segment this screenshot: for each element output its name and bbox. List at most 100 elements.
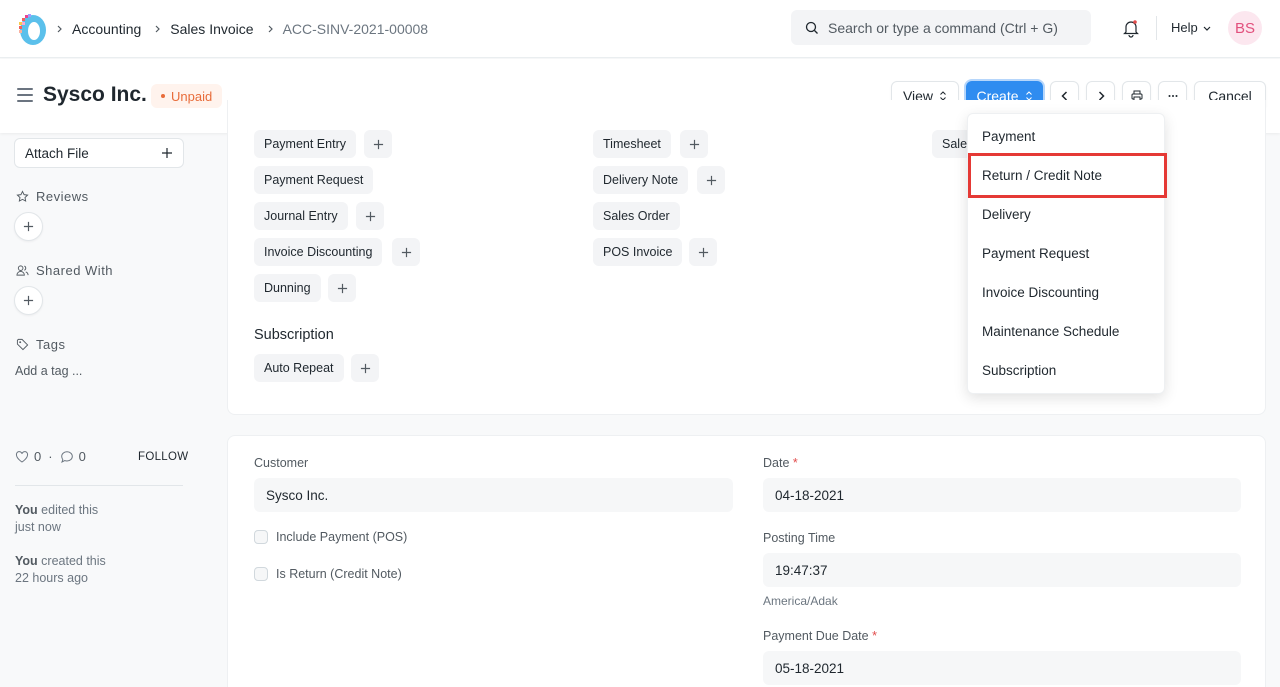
- chevron-right-icon: [267, 25, 275, 33]
- connection-dunning[interactable]: Dunning: [254, 274, 321, 302]
- add-dunning-button[interactable]: [328, 274, 356, 302]
- add-timesheet-button[interactable]: [680, 130, 708, 158]
- due-date-label-text: Payment Due Date: [763, 629, 869, 643]
- connection-sales-order[interactable]: Sales Order: [593, 202, 680, 230]
- form-sidebar: Attach File Reviews Shared With Tags Add…: [0, 133, 228, 687]
- menu-item-delivery[interactable]: Delivery: [968, 195, 1166, 234]
- connection-delivery-note[interactable]: Delivery Note: [593, 166, 689, 194]
- invoice-details-card: Customer Sysco Inc. Include Payment (POS…: [227, 435, 1266, 687]
- required-marker: *: [792, 456, 798, 470]
- chevron-down-icon: [1203, 26, 1211, 31]
- plus-icon: [706, 175, 716, 185]
- is-return-checkbox[interactable]: Is Return (Credit Note): [254, 567, 402, 581]
- customer-label: Customer: [254, 456, 309, 470]
- activity-item: You created this 22 hours ago: [15, 553, 106, 587]
- timezone-hint: America/Adak: [763, 594, 838, 608]
- activity-actor: You: [15, 503, 38, 517]
- separator-dot: ·: [48, 449, 53, 464]
- breadcrumb-current-doc: ACC-SINV-2021-00008: [282, 21, 429, 37]
- navbar-divider: [1156, 16, 1157, 40]
- breadcrumb-sales-invoice[interactable]: Sales Invoice: [170, 21, 253, 37]
- search-input[interactable]: Search or type a command (Ctrl + G): [791, 10, 1091, 45]
- required-marker: *: [872, 629, 877, 643]
- plus-icon: [162, 148, 172, 158]
- create-dropdown-menu: Payment Return / Credit Note Delivery Pa…: [967, 113, 1165, 394]
- plus-icon: [23, 295, 34, 306]
- plus-icon: [373, 139, 383, 149]
- reviews-text: Reviews: [36, 189, 89, 204]
- activity-time: 22 hours ago: [15, 571, 88, 585]
- add-pos-invoice-button[interactable]: [689, 238, 717, 266]
- user-avatar[interactable]: BS: [1228, 11, 1262, 45]
- connection-pos-invoice[interactable]: POS Invoice: [593, 238, 683, 266]
- heart-icon[interactable]: [15, 450, 29, 464]
- date-field[interactable]: 04-18-2021: [763, 478, 1241, 512]
- tag-icon: [16, 338, 29, 351]
- payment-due-date-field[interactable]: 05-18-2021: [763, 651, 1241, 685]
- sidebar-divider: [15, 485, 183, 486]
- help-dropdown[interactable]: Help: [1171, 20, 1212, 35]
- search-icon: [805, 21, 818, 34]
- plus-icon: [365, 211, 375, 221]
- menu-item-invoice-discounting[interactable]: Invoice Discounting: [968, 273, 1166, 312]
- status-text: Unpaid: [171, 88, 213, 104]
- likes-count: 0: [34, 449, 42, 464]
- posting-time-field[interactable]: 19:47:37: [763, 553, 1241, 587]
- follow-button[interactable]: FOLLOW: [138, 451, 188, 463]
- breadcrumb-accounting[interactable]: Accounting: [72, 21, 141, 37]
- app-logo-icon[interactable]: [15, 12, 49, 46]
- add-payment-entry-button[interactable]: [364, 130, 392, 158]
- is-return-label: Is Return (Credit Note): [276, 567, 402, 581]
- connection-payment-entry[interactable]: Payment Entry: [254, 130, 356, 158]
- payment-due-date-label: Payment Due Date *: [763, 629, 877, 643]
- status-dot-icon: [161, 94, 165, 98]
- include-payment-checkbox[interactable]: Include Payment (POS): [254, 530, 407, 544]
- comment-icon[interactable]: [60, 450, 74, 464]
- plus-icon: [401, 247, 411, 257]
- connection-auto-repeat[interactable]: Auto Repeat: [254, 354, 344, 382]
- bell-icon[interactable]: [1121, 18, 1141, 38]
- activity-action: edited this: [41, 503, 99, 517]
- menu-item-subscription[interactable]: Subscription: [968, 351, 1166, 390]
- shared-with-text: Shared With: [36, 263, 114, 278]
- shared-with-label: Shared With: [16, 263, 113, 278]
- posting-time-label: Posting Time: [763, 531, 836, 545]
- add-journal-entry-button[interactable]: [356, 202, 384, 230]
- activity-item: You edited this just now: [15, 502, 98, 536]
- sidebar-toggle-icon[interactable]: [17, 88, 33, 102]
- include-payment-label: Include Payment (POS): [276, 530, 408, 544]
- activity-action: created this: [41, 554, 106, 568]
- activity-actor: You: [15, 554, 38, 568]
- connection-payment-request[interactable]: Payment Request: [254, 166, 374, 194]
- star-icon: [16, 190, 29, 202]
- chevron-right-icon: [56, 25, 64, 33]
- attach-file-button[interactable]: Attach File: [14, 138, 184, 168]
- connection-invoice-discounting[interactable]: Invoice Discounting: [254, 238, 383, 266]
- tags-text: Tags: [36, 337, 66, 352]
- add-tag-link[interactable]: Add a tag ...: [15, 364, 82, 378]
- plus-icon: [698, 247, 708, 257]
- customer-field[interactable]: Sysco Inc.: [254, 478, 733, 512]
- breadcrumb: Accounting Sales Invoice ACC-SINV-2021-0…: [56, 0, 441, 58]
- menu-item-return-credit-note[interactable]: Return / Credit Note: [968, 156, 1166, 195]
- add-review-button[interactable]: [14, 212, 43, 241]
- checkbox-icon[interactable]: [254, 567, 268, 581]
- page-title: Sysco Inc.: [43, 83, 147, 106]
- menu-item-maintenance-schedule[interactable]: Maintenance Schedule: [968, 312, 1166, 351]
- activity-time: just now: [15, 520, 61, 534]
- add-share-button[interactable]: [14, 286, 43, 315]
- add-delivery-note-button[interactable]: [697, 166, 725, 194]
- comments-count: 0: [78, 449, 86, 464]
- menu-item-payment[interactable]: Payment: [968, 117, 1166, 156]
- connection-timesheet[interactable]: Timesheet: [593, 130, 671, 158]
- subscription-section-title: Subscription: [254, 327, 334, 343]
- checkbox-icon[interactable]: [254, 530, 268, 544]
- users-icon: [16, 265, 29, 276]
- tags-label: Tags: [16, 337, 65, 352]
- help-label: Help: [1171, 20, 1198, 35]
- add-auto-repeat-button[interactable]: [351, 354, 379, 382]
- menu-item-payment-request[interactable]: Payment Request: [968, 234, 1166, 273]
- add-invoice-discounting-button[interactable]: [392, 238, 420, 266]
- status-badge: Unpaid: [151, 84, 223, 108]
- connection-journal-entry[interactable]: Journal Entry: [254, 202, 348, 230]
